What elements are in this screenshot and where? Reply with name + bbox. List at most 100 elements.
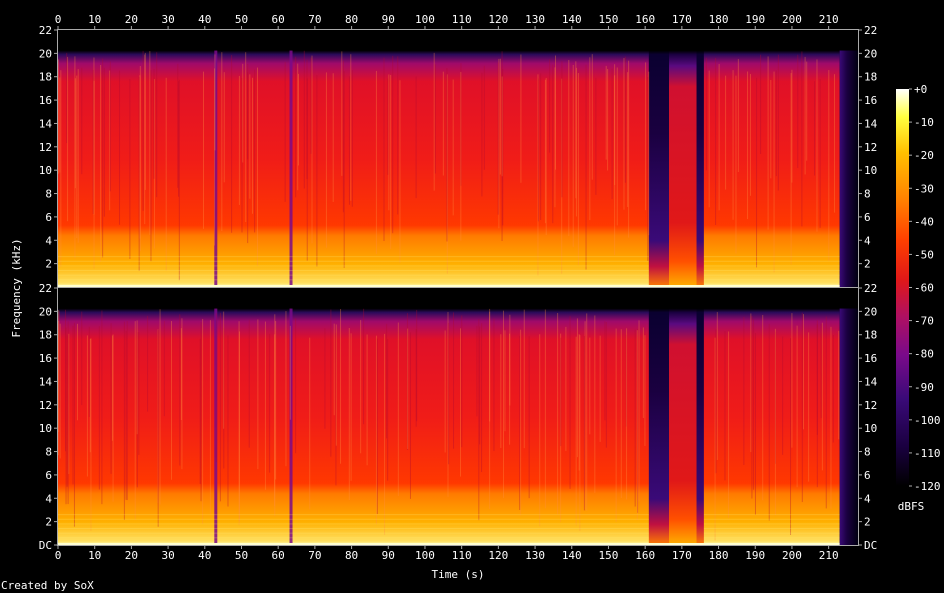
x-tick-label: 150 <box>599 549 619 562</box>
texture-streak <box>568 60 570 237</box>
texture-streak <box>341 51 343 176</box>
texture-streak <box>58 310 60 456</box>
x-axis-label: Time (s) <box>432 568 485 581</box>
texture-streak <box>808 332 810 482</box>
texture-streak <box>285 311 287 467</box>
texture-streak <box>180 328 182 421</box>
texture-streak <box>523 309 525 449</box>
texture-streak <box>708 70 710 208</box>
texture-streak <box>627 72 629 207</box>
y-tick-label-right: 22 <box>864 24 877 37</box>
texture-streak <box>254 69 256 233</box>
x-tick-label: 30 <box>161 549 174 562</box>
y-tick-label-left: 6 <box>45 469 52 482</box>
texture-streak <box>136 320 138 435</box>
x-tick-label: 20 <box>125 13 138 26</box>
texture-streak <box>501 76 503 177</box>
x-tick-label: 20 <box>125 549 138 562</box>
texture-streak <box>616 67 618 226</box>
y-tick-label-right: DC <box>864 539 877 552</box>
harmonic-band <box>58 256 649 258</box>
texture-streak <box>714 337 716 541</box>
texture-streak <box>242 63 244 163</box>
texture-streak <box>749 74 751 196</box>
texture-streak <box>830 326 832 509</box>
texture-streak <box>544 79 546 224</box>
x-tick-label: 200 <box>782 13 802 26</box>
x-tick-label: 130 <box>525 549 545 562</box>
texture-streak <box>636 330 638 521</box>
texture-streak <box>773 71 775 273</box>
texture-streak <box>219 312 221 502</box>
texture-streak <box>796 325 798 488</box>
y-tick-label-left: 2 <box>45 516 52 529</box>
harmonic-band <box>58 532 649 534</box>
texture-streak <box>614 75 616 186</box>
texture-streak <box>125 330 127 500</box>
texture-streak <box>611 68 613 200</box>
texture-streak <box>493 318 495 452</box>
texture-streak <box>554 67 556 208</box>
texture-streak <box>126 321 128 501</box>
y-tick-label-right: 10 <box>864 422 877 435</box>
texture-streak <box>578 334 580 471</box>
texture-streak <box>728 331 730 518</box>
texture-streak <box>110 323 112 474</box>
texture-streak <box>634 329 636 507</box>
texture-streak <box>557 312 559 515</box>
texture-streak <box>544 309 546 509</box>
x-tick-label: 110 <box>452 13 472 26</box>
y-tick-label-left: 18 <box>39 71 52 84</box>
texture-streak <box>737 59 739 172</box>
texture-streak <box>202 318 204 525</box>
colorbar-tick-label: -20 <box>914 149 934 162</box>
x-tick-label: 50 <box>235 549 248 562</box>
texture-streak <box>647 77 649 262</box>
texture-streak <box>350 54 352 201</box>
texture-streak <box>832 334 834 443</box>
texture-streak <box>756 77 758 268</box>
texture-streak <box>572 64 574 247</box>
texture-streak <box>604 321 606 421</box>
texture-streak <box>269 333 271 473</box>
texture-streak <box>460 71 462 241</box>
y-tick-label-right: 10 <box>864 164 877 177</box>
y-tick-label-right: 6 <box>864 211 871 224</box>
texture-streak <box>754 333 756 515</box>
texture-streak <box>802 314 804 430</box>
texture-streak <box>821 322 823 471</box>
texture-streak <box>479 326 481 445</box>
colorbar-tick-label: -80 <box>914 348 934 361</box>
x-tick-label: 180 <box>709 549 729 562</box>
y-tick-label-left: 12 <box>39 399 52 412</box>
texture-streak <box>153 69 155 179</box>
texture-streak <box>552 64 554 224</box>
colorbar: +0 -10 -20 -30 -40 -50 -60 -70 -80 -90 -100 -110 -12… <box>896 83 941 493</box>
harmonic-band <box>703 256 840 258</box>
texture-streak <box>247 63 249 160</box>
texture-streak <box>325 72 327 248</box>
y-tick-label-left: 4 <box>45 492 52 505</box>
texture-streak <box>816 59 818 232</box>
texture-streak <box>144 54 146 225</box>
texture-streak <box>725 75 727 190</box>
texture-streak <box>569 316 571 489</box>
x-tick-label: 130 <box>525 13 545 26</box>
texture-streak <box>461 315 463 448</box>
x-tick-label: 190 <box>745 549 765 562</box>
texture-streak <box>777 54 779 191</box>
texture-streak <box>306 59 308 180</box>
x-tick-label: 170 <box>672 13 692 26</box>
x-tick-label: 0 <box>55 549 62 562</box>
texture-streak <box>716 312 718 460</box>
spectrum-body <box>58 30 840 287</box>
harmonic-band <box>58 514 649 516</box>
x-tick-label: 120 <box>488 549 508 562</box>
texture-streak <box>476 325 478 417</box>
texture-streak <box>775 70 777 177</box>
texture-streak <box>806 61 808 161</box>
texture-streak <box>520 329 522 516</box>
texture-streak <box>585 64 587 270</box>
texture-streak <box>509 333 511 445</box>
texture-streak <box>499 58 501 175</box>
